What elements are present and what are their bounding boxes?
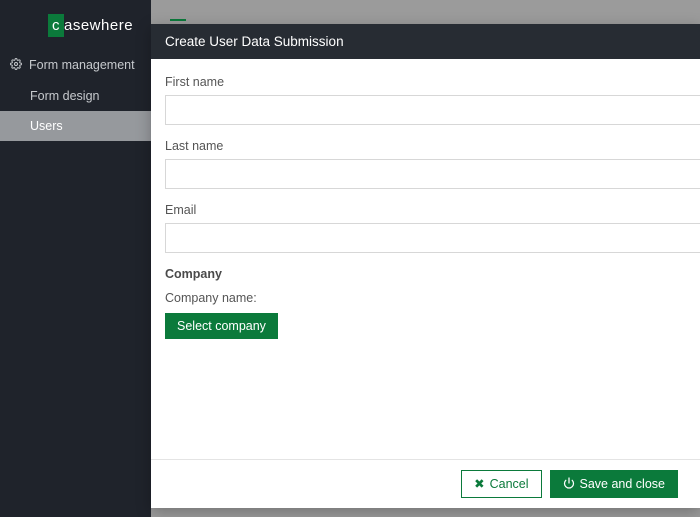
sidebar-item-form-design[interactable]: Form design (0, 81, 151, 111)
modal-footer: ✖ Cancel Save and close (151, 459, 700, 509)
brand-name: casewhere (48, 17, 133, 34)
brand: casewhere (0, 0, 151, 50)
company-section-title: Company (165, 267, 700, 281)
modal-body: First name Last name Email Company Compa… (151, 59, 700, 459)
close-icon: ✖ (474, 478, 484, 491)
first-name-input[interactable] (165, 95, 700, 125)
field-last-name: Last name (165, 139, 700, 189)
last-name-input[interactable] (165, 159, 700, 189)
sidebar-item-label: Users (30, 119, 63, 133)
sidebar-section-form-management[interactable]: Form management (0, 50, 151, 81)
sidebar: casewhere Form management Form design Us… (0, 0, 151, 517)
first-name-label: First name (165, 75, 700, 89)
email-input[interactable] (165, 223, 700, 253)
sidebar-item-users[interactable]: Users (0, 111, 151, 141)
last-name-label: Last name (165, 139, 700, 153)
cancel-button-label: Cancel (490, 477, 529, 491)
save-button-label: Save and close (580, 477, 665, 491)
cancel-button[interactable]: ✖ Cancel (461, 470, 541, 499)
nav-section: Form management Form design Users (0, 50, 151, 141)
modal-create-user-data-submission: Create User Data Submission First name L… (151, 24, 700, 508)
company-name-label: Company name: (165, 291, 700, 305)
field-first-name: First name (165, 75, 700, 125)
sidebar-section-label: Form management (29, 58, 135, 72)
sidebar-item-label: Form design (30, 89, 99, 103)
gear-icon (10, 58, 22, 73)
modal-title: Create User Data Submission (151, 24, 700, 59)
email-label: Email (165, 203, 700, 217)
save-and-close-button[interactable]: Save and close (550, 470, 678, 499)
power-icon (563, 477, 575, 492)
select-company-button[interactable]: Select company (165, 313, 278, 339)
field-email: Email (165, 203, 700, 253)
